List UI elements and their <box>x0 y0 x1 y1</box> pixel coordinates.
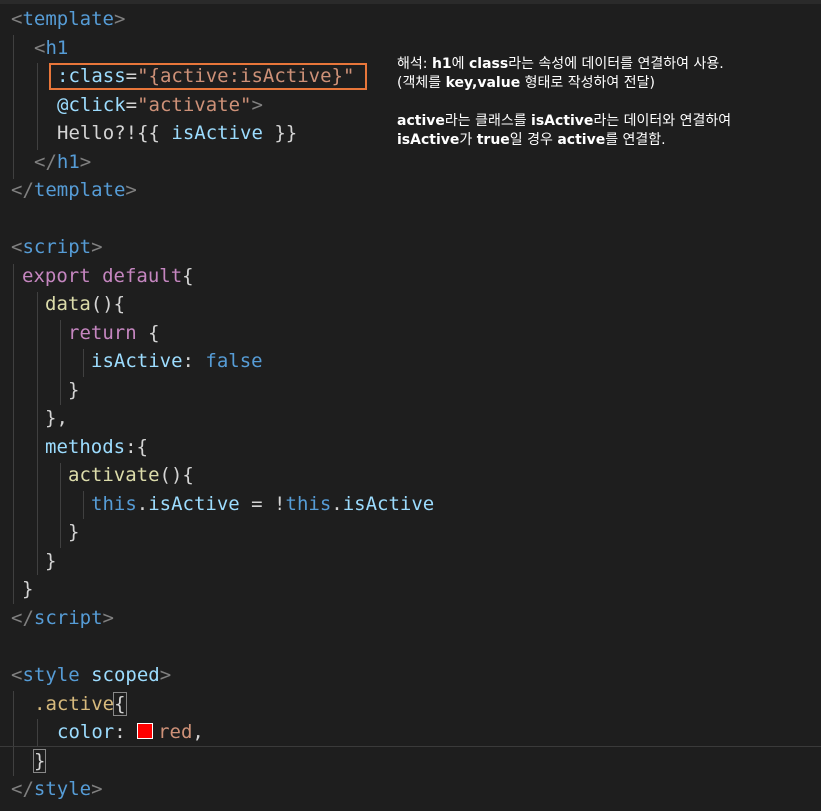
code-line-style-close[interactable]: </style> <box>11 775 103 803</box>
indent-guide <box>83 349 84 377</box>
code-line-is-active-false[interactable]: isActive: false <box>91 347 263 375</box>
code-line-template-open[interactable]: <template> <box>11 5 125 33</box>
code-line-activate-fn[interactable]: activate(){ <box>68 461 194 489</box>
code-line-script-close[interactable]: </script> <box>11 604 114 632</box>
code-line-active-selector[interactable]: .active{ <box>34 690 127 718</box>
indent-guide <box>37 292 38 575</box>
indent-guide <box>83 491 84 519</box>
annotation-line-4: isActive가 true일 경우 active를 연결함. <box>397 132 666 148</box>
code-line-script-open[interactable]: <script> <box>11 233 103 261</box>
color-swatch-icon[interactable] <box>137 723 154 739</box>
code-line-style-open[interactable]: <style scoped> <box>11 661 171 689</box>
code-line-export-close[interactable]: } <box>22 575 33 603</box>
code-line-activate-close[interactable]: } <box>68 518 79 546</box>
code-line-h1-close[interactable]: </h1> <box>34 148 91 176</box>
indent-guide <box>13 264 14 604</box>
code-line-methods-close[interactable]: } <box>45 547 56 575</box>
current-line-highlight <box>0 746 821 747</box>
code-line-toggle[interactable]: this.isActive = !this.isActive <box>91 490 434 518</box>
code-line-data-close[interactable]: }, <box>45 404 68 432</box>
indent-guide <box>37 719 38 747</box>
code-line-data-fn[interactable]: data(){ <box>45 290 125 318</box>
code-line-return[interactable]: return { <box>68 319 160 347</box>
indent-guide <box>13 35 14 179</box>
code-line-h1-open[interactable]: <h1 <box>34 34 68 62</box>
scrolled-content-edge <box>0 0 821 4</box>
indent-guide <box>60 463 61 548</box>
annotation-line-2: (객체를 key,value 형태로 작성하여 전달) <box>397 75 655 91</box>
annotation-line-1: 해석: h1에 class라는 속성에 데이터를 연결하여 사용. <box>397 56 724 72</box>
code-line-h1-text[interactable]: Hello?!{{ isActive }} <box>57 119 297 147</box>
code-line-return-close[interactable]: } <box>68 376 79 404</box>
code-line-click-binding[interactable]: @click="activate"> <box>57 91 263 119</box>
indent-guide <box>13 691 14 776</box>
class-binding-highlight-box <box>49 63 367 90</box>
annotation-line-3: active라는 클래스를 isActive라는 데이터와 연결하여 <box>397 113 732 129</box>
code-line-selector-close[interactable]: } <box>32 747 47 775</box>
indent-guide <box>60 320 61 405</box>
indent-guide <box>37 63 38 150</box>
code-line-methods[interactable]: methods:{ <box>45 433 148 461</box>
code-line-color-red[interactable]: color: red, <box>57 718 204 746</box>
code-line-template-close[interactable]: </template> <box>11 176 137 204</box>
code-line-export-default[interactable]: export default{ <box>22 262 194 290</box>
